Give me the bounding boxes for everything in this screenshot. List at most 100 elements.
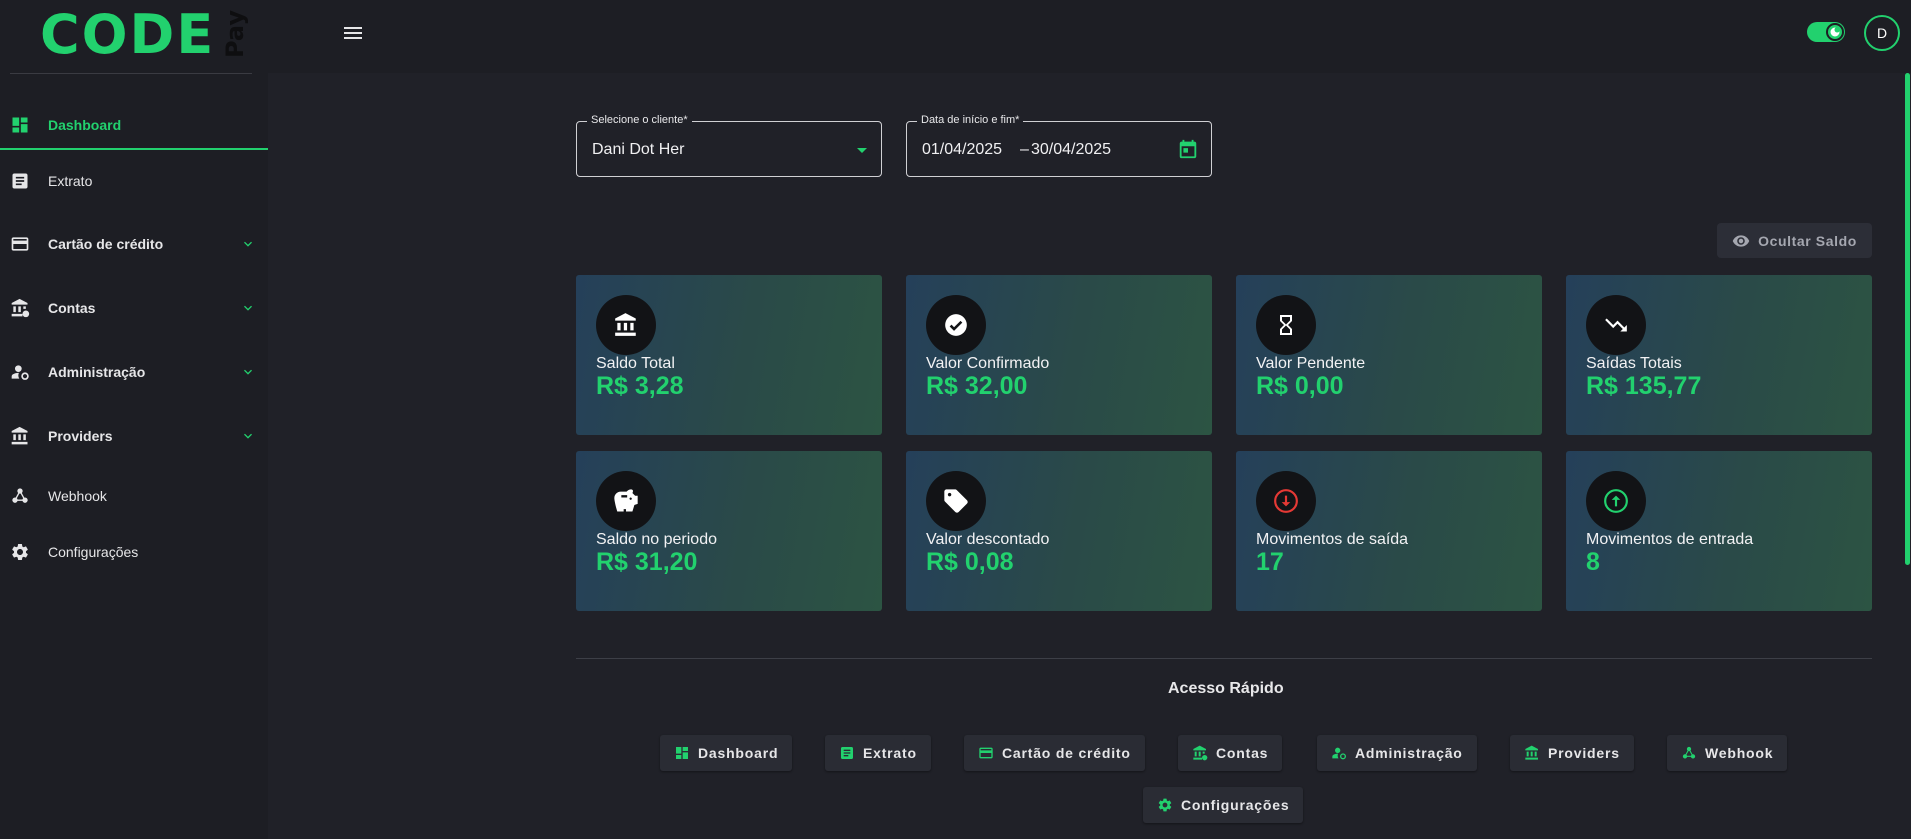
sidebar-item-providers[interactable]: Providers: [0, 404, 268, 468]
card-title: Valor Confirmado: [926, 355, 1050, 372]
scrollbar-thumb[interactable]: [1905, 73, 1910, 565]
card-value: R$ 32,00: [926, 372, 1028, 400]
sidebar-item-label: Contas: [48, 300, 96, 316]
calendar-icon[interactable]: [1177, 138, 1199, 160]
caret-down-icon: [857, 148, 867, 153]
arrow-down-circle-icon: [1256, 471, 1316, 531]
sidebar-item-label: Configurações: [48, 544, 139, 560]
logo: CODE Pay: [40, 3, 250, 66]
sidebar-item-label: Extrato: [48, 173, 93, 189]
logo-code-text: CODE: [40, 3, 216, 66]
quick-administracao-button[interactable]: Administração: [1317, 735, 1477, 771]
bank-icon: [596, 295, 656, 355]
quick-dashboard-button[interactable]: Dashboard: [660, 735, 793, 771]
client-select[interactable]: Selecione o cliente* Dani Dot Her: [576, 114, 882, 177]
sidebar-item-webhook[interactable]: Webhook: [0, 468, 268, 524]
dark-mode-toggle[interactable]: [1807, 22, 1845, 42]
client-select-value: Dani Dot Her: [592, 141, 685, 158]
date-range-label: Data de início e fim*: [917, 114, 1024, 126]
end-date-input[interactable]: 30/04/2025: [1031, 141, 1111, 159]
date-separator: –: [1020, 141, 1029, 158]
webhook-icon: [10, 486, 30, 506]
chevron-down-icon: [244, 305, 252, 311]
card-title: Saldo Total: [596, 355, 675, 372]
card-valor-confirmado: Valor Confirmado R$ 32,00: [906, 275, 1212, 435]
sidebar-item-contas[interactable]: Contas: [0, 276, 268, 340]
admin-icon: [10, 362, 30, 382]
card-value: R$ 3,28: [596, 372, 684, 400]
quick-contas-button[interactable]: Contas: [1178, 735, 1283, 771]
quick-button-label: Webhook: [1705, 745, 1774, 761]
eye-icon: [1732, 234, 1750, 247]
card-value: 8: [1586, 548, 1600, 576]
chevron-down-icon: [244, 241, 252, 247]
card-value: R$ 0,08: [926, 548, 1014, 576]
check-circle-icon: [926, 295, 986, 355]
quick-cartao-button[interactable]: Cartão de crédito: [964, 735, 1145, 771]
credit-card-icon: [979, 747, 993, 759]
quick-providers-button[interactable]: Providers: [1510, 735, 1634, 771]
scrollbar[interactable]: [1904, 73, 1911, 839]
sidebar-item-cartao[interactable]: Cartão de crédito: [0, 212, 268, 276]
gear-icon: [10, 542, 30, 562]
bank-icon: [1525, 745, 1538, 760]
sidebar-item-label: Webhook: [48, 488, 107, 504]
card-movimentos-entrada: Movimentos de entrada 8: [1566, 451, 1872, 611]
card-saldo-total: Saldo Total R$ 3,28: [576, 275, 882, 435]
dashboard-icon: [676, 747, 688, 759]
card-value: R$ 0,00: [1256, 372, 1344, 400]
accounts-icon: [1193, 745, 1208, 761]
section-divider: [576, 658, 1872, 659]
sidebar-item-extrato[interactable]: Extrato: [0, 150, 268, 212]
quick-button-label: Providers: [1548, 745, 1620, 761]
chevron-down-icon: [244, 369, 252, 375]
card-movimentos-saida: Movimentos de saída 17: [1236, 451, 1542, 611]
quick-extrato-button[interactable]: Extrato: [825, 735, 931, 771]
chevron-down-icon: [244, 433, 252, 439]
hide-balance-button[interactable]: Ocultar Saldo: [1717, 223, 1872, 258]
card-value: R$ 31,20: [596, 548, 698, 576]
quick-button-label: Extrato: [863, 745, 917, 761]
card-value: R$ 135,77: [1586, 372, 1702, 400]
avatar[interactable]: D: [1864, 15, 1900, 51]
hide-balance-label: Ocultar Saldo: [1758, 232, 1857, 249]
receipt-icon: [841, 747, 853, 759]
card-saldo-periodo: Saldo no periodo R$ 31,20: [576, 451, 882, 611]
logo-pay-text: Pay: [221, 10, 250, 59]
date-range-field[interactable]: Data de início e fim* 01/04/2025 – 30/04…: [906, 114, 1212, 177]
quick-configuracoes-button[interactable]: Configurações: [1143, 787, 1304, 823]
credit-card-icon: [10, 234, 30, 254]
card-title: Movimentos de entrada: [1586, 531, 1754, 548]
arrow-up-circle-icon: [1586, 471, 1646, 531]
quick-button-label: Cartão de crédito: [1002, 745, 1131, 761]
bank-icon: [10, 426, 30, 446]
card-title: Valor Pendente: [1256, 355, 1366, 372]
quick-button-label: Dashboard: [698, 745, 779, 761]
sidebar-item-dashboard[interactable]: Dashboard: [0, 102, 268, 150]
gear-icon: [1158, 798, 1172, 812]
sidebar-item-administracao[interactable]: Administração: [0, 340, 268, 404]
sidebar-item-configuracoes[interactable]: Configurações: [0, 524, 268, 580]
hourglass-icon: [1256, 295, 1316, 355]
card-title: Movimentos de saída: [1256, 531, 1409, 548]
quick-webhook-button[interactable]: Webhook: [1667, 735, 1788, 771]
sidebar-item-label: Cartão de crédito: [48, 236, 164, 252]
quick-access-title: Acesso Rápido: [1168, 680, 1284, 697]
sidebar-item-label: Administração: [48, 364, 146, 380]
sidebar-item-label: Providers: [48, 428, 113, 444]
client-select-label: Selecione o cliente*: [587, 114, 692, 126]
moon-icon: [1826, 23, 1844, 41]
card-saidas-totais: Saídas Totais R$ 135,77: [1566, 275, 1872, 435]
card-valor-descontado: Valor descontado R$ 0,08: [906, 451, 1212, 611]
hamburger-menu-icon[interactable]: [342, 24, 364, 42]
card-title: Saídas Totais: [1586, 355, 1682, 372]
sidebar-divider: [10, 73, 252, 74]
start-date-input[interactable]: 01/04/2025: [922, 141, 1002, 159]
card-value: 17: [1256, 548, 1284, 576]
card-title: Saldo no periodo: [596, 531, 717, 548]
card-valor-pendente: Valor Pendente R$ 0,00: [1236, 275, 1542, 435]
admin-icon: [1332, 747, 1346, 760]
piggy-bank-icon: [596, 471, 656, 531]
sidebar: CODE Pay Dashboard Extrato Cartão de cré…: [0, 0, 268, 839]
quick-button-label: Contas: [1216, 745, 1269, 761]
